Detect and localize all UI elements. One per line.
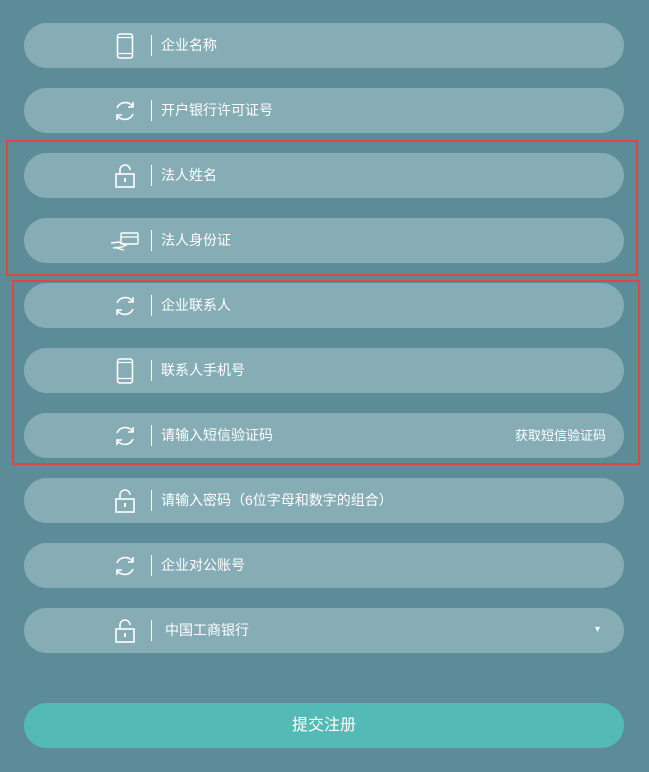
lock-icon: [110, 616, 140, 646]
company-name-field[interactable]: [24, 23, 624, 68]
field-divider: [151, 620, 152, 641]
submit-registration-button[interactable]: 提交注册: [24, 703, 624, 748]
bank-select[interactable]: 中国工商银行 ▾: [24, 608, 624, 653]
field-divider: [151, 100, 152, 121]
highlight-box-legal-person: [6, 140, 638, 276]
bank-license-input[interactable]: [161, 88, 501, 133]
company-name-input[interactable]: [161, 23, 501, 68]
chevron-down-icon: ▾: [594, 624, 600, 635]
phone-icon: [110, 31, 140, 61]
highlight-box-contact: [12, 280, 640, 465]
lock-icon: [110, 486, 140, 516]
field-divider: [151, 555, 152, 576]
password-input[interactable]: [161, 478, 561, 523]
refresh-icon: [110, 551, 140, 581]
password-field[interactable]: [24, 478, 624, 523]
bank-select-value: 中国工商银行: [165, 622, 249, 638]
field-divider: [151, 490, 152, 511]
corporate-account-field[interactable]: [24, 543, 624, 588]
refresh-icon: [110, 96, 140, 126]
corporate-account-input[interactable]: [161, 543, 501, 588]
field-divider: [151, 35, 152, 56]
bank-license-field[interactable]: [24, 88, 624, 133]
